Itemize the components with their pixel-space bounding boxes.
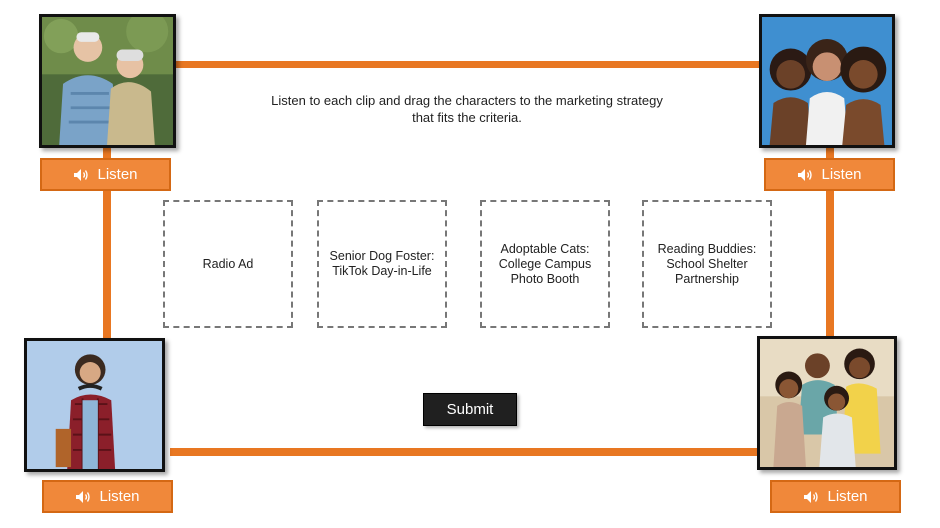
speaker-icon	[76, 490, 91, 503]
instructions-text: Listen to each clip and drag the charact…	[271, 93, 663, 125]
frame-line-top	[170, 61, 762, 68]
dropzone-adoptable-cats[interactable]: Adoptable Cats: College Campus Photo Boo…	[480, 200, 610, 328]
speaker-icon	[74, 168, 89, 181]
family-image	[760, 339, 894, 467]
listen-button-family[interactable]: Listen	[770, 480, 901, 513]
elderly-couple-image	[42, 17, 173, 145]
speaker-icon	[798, 168, 813, 181]
character-elderly-couple[interactable]	[39, 14, 176, 148]
listen-label: Listen	[99, 488, 140, 505]
character-three-women[interactable]	[759, 14, 895, 148]
listen-button-elderly-couple[interactable]: Listen	[40, 158, 171, 191]
character-family[interactable]	[757, 336, 897, 470]
listen-label: Listen	[827, 488, 868, 505]
speaker-icon	[804, 490, 819, 503]
three-women-image	[762, 17, 892, 145]
dropzone-radio-ad[interactable]: Radio Ad	[163, 200, 293, 328]
submit-button[interactable]: Submit	[423, 393, 517, 426]
listen-label: Listen	[97, 166, 138, 183]
listen-button-three-women[interactable]: Listen	[764, 158, 895, 191]
dropzone-reading-buddies[interactable]: Reading Buddies: School Shelter Partners…	[642, 200, 772, 328]
frame-line-bottom	[170, 448, 760, 456]
teen-student-image	[27, 341, 162, 469]
dropzone-senior-dog-foster[interactable]: Senior Dog Foster: TikTok Day-in-Life	[317, 200, 447, 328]
character-teen-student[interactable]	[24, 338, 165, 472]
listen-label: Listen	[821, 166, 862, 183]
listen-button-teen-student[interactable]: Listen	[42, 480, 173, 513]
